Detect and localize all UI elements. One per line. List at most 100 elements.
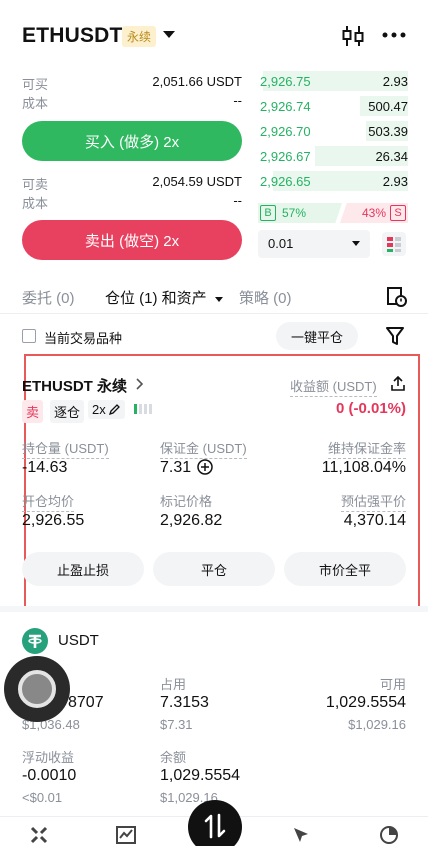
upnl-value: -0.0010: [22, 767, 77, 784]
can-sell-value: 2,054.59 USDT: [152, 174, 242, 189]
sell-tag: S: [390, 205, 406, 221]
buy-long-button[interactable]: 买入 (做多) 2x: [22, 121, 242, 161]
orderbook-row[interactable]: 2,926.74 500.47: [258, 96, 408, 116]
cost-label: 成本: [22, 96, 49, 111]
used-usd: $7.31: [160, 717, 193, 732]
orderbook-row[interactable]: 2,926.75 2.93: [258, 71, 408, 91]
depth-precision-select[interactable]: 0.01: [258, 230, 370, 258]
pnl-value: 0 (-0.01%): [335, 400, 406, 417]
close-all-button[interactable]: 一键平仓: [276, 322, 358, 350]
history-icon[interactable]: [385, 285, 407, 307]
available-label: 可用: [379, 677, 406, 692]
liq-value: 4,370.14: [343, 512, 406, 529]
depth-value: 0.01: [268, 236, 294, 251]
orderbook-price: 2,926.65: [260, 174, 311, 189]
orderbook-qty: 500.47: [368, 99, 408, 114]
tab-positions-label: 仓位 (1) 和资产: [105, 290, 207, 307]
can-sell-label: 可卖: [22, 177, 49, 192]
size-label: 持仓量 (USDT): [22, 438, 109, 459]
mark-value: 2,926.82: [160, 512, 223, 529]
margin-label: 保证金 (USDT): [160, 438, 247, 459]
orderbook-row[interactable]: 2,926.67 26.34: [258, 146, 408, 166]
buy-tag: B: [260, 205, 276, 221]
tabs-divider: [0, 313, 428, 314]
size-value: -14.63: [22, 459, 68, 476]
entry-value: 2,926.55: [22, 512, 85, 529]
section-divider: [0, 606, 428, 612]
mark-label: 标记价格: [160, 494, 213, 509]
used-label: 占用: [160, 677, 187, 692]
more-icon[interactable]: [382, 32, 406, 38]
adl-indicator: [134, 404, 152, 414]
orderbook-price: 2,926.75: [260, 74, 311, 89]
discover-icon[interactable]: [292, 826, 310, 844]
share-icon[interactable]: [390, 376, 406, 392]
tab-positions[interactable]: 仓位 (1) 和资产: [105, 287, 223, 308]
liq-label: 预估强平价: [340, 491, 406, 512]
orderbook-qty: 2.93: [382, 74, 408, 89]
available-usd: $1,029.16: [348, 717, 406, 732]
trade-center-button[interactable]: [188, 800, 242, 846]
filter-icon[interactable]: [386, 326, 404, 346]
asset-coin-name: USDT: [58, 632, 99, 649]
market-close-button[interactable]: 市价全平: [284, 552, 406, 586]
kline-settings-icon[interactable]: [342, 24, 364, 48]
can-buy-value: 2,051.66 USDT: [152, 74, 242, 89]
chevron-down-icon: [214, 296, 223, 302]
floating-assistive-button[interactable]: [4, 656, 70, 722]
chevron-down-icon: [352, 241, 360, 246]
upnl-label: 浮动收益: [22, 750, 75, 765]
edit-icon: [109, 404, 121, 416]
cost-value-2: --: [233, 193, 242, 208]
mmr-label: 维持保证金率: [327, 438, 406, 459]
orderbook-qty: 26.34: [375, 149, 408, 164]
orderbook-row[interactable]: 2,926.65 2.93: [258, 171, 408, 191]
tab-strategy[interactable]: 策略 (0): [239, 287, 292, 308]
orderbook-price: 2,926.67: [260, 149, 311, 164]
orderbook-row[interactable]: 2,926.70 503.39: [258, 121, 408, 141]
current-symbol-label: 当前交易品种: [44, 331, 123, 346]
close-position-button[interactable]: 平仓: [153, 552, 275, 586]
chevron-down-icon[interactable]: [163, 31, 175, 38]
leverage-value: 2x: [92, 402, 106, 417]
used-value: 7.3153: [160, 694, 209, 711]
available-value: 1,029.5554: [325, 694, 406, 711]
position-symbol[interactable]: ETHUSDT 永续: [22, 375, 127, 396]
margin-value: 7.31: [160, 459, 192, 476]
orderbook-qty: 2.93: [382, 174, 408, 189]
perpetual-badge: 永续: [122, 26, 157, 47]
tpsl-button[interactable]: 止盈止损: [22, 552, 144, 586]
sell-percent: 43%: [362, 206, 387, 220]
buy-sell-ratio-bar: B 57% 43% S: [258, 203, 408, 223]
home-icon[interactable]: [30, 826, 48, 844]
floating-button-inner: [18, 670, 56, 708]
usdt-coin-icon: [22, 628, 48, 654]
tab-orders[interactable]: 委托 (0): [22, 287, 75, 308]
swap-arrows-icon: [204, 813, 226, 839]
leverage-badge[interactable]: 2x: [88, 400, 126, 419]
assets-icon[interactable]: [380, 826, 398, 844]
can-buy-label: 可买: [22, 77, 49, 92]
upnl-usd: <$0.01: [22, 790, 63, 805]
orderbook-layout-icon[interactable]: [382, 232, 406, 256]
mmr-value: 11,108.04%: [321, 459, 406, 476]
side-badge: 卖: [22, 400, 44, 423]
cost-value: --: [233, 93, 242, 108]
entry-label: 开仓均价: [22, 491, 75, 512]
orderbook-price: 2,926.70: [260, 124, 311, 139]
equity-value: 8707: [68, 694, 104, 711]
markets-icon[interactable]: [116, 826, 136, 844]
balance-value: 1,029.5554: [160, 767, 241, 784]
pnl-label[interactable]: 收益额 (USDT): [290, 376, 377, 397]
pair-title[interactable]: ETHUSDT: [22, 24, 123, 48]
orderbook-price: 2,926.74: [260, 99, 311, 114]
sell-short-button[interactable]: 卖出 (做空) 2x: [22, 220, 242, 260]
orderbook-qty: 503.39: [368, 124, 408, 139]
chevron-right-icon[interactable]: [136, 378, 144, 390]
cost-label-2: 成本: [22, 196, 49, 211]
margin-mode-badge: 逐仓: [50, 400, 85, 423]
add-margin-icon[interactable]: [197, 459, 213, 475]
buy-percent: 57%: [282, 206, 307, 220]
current-symbol-checkbox[interactable]: [22, 329, 36, 343]
balance-label: 余额: [160, 750, 187, 765]
